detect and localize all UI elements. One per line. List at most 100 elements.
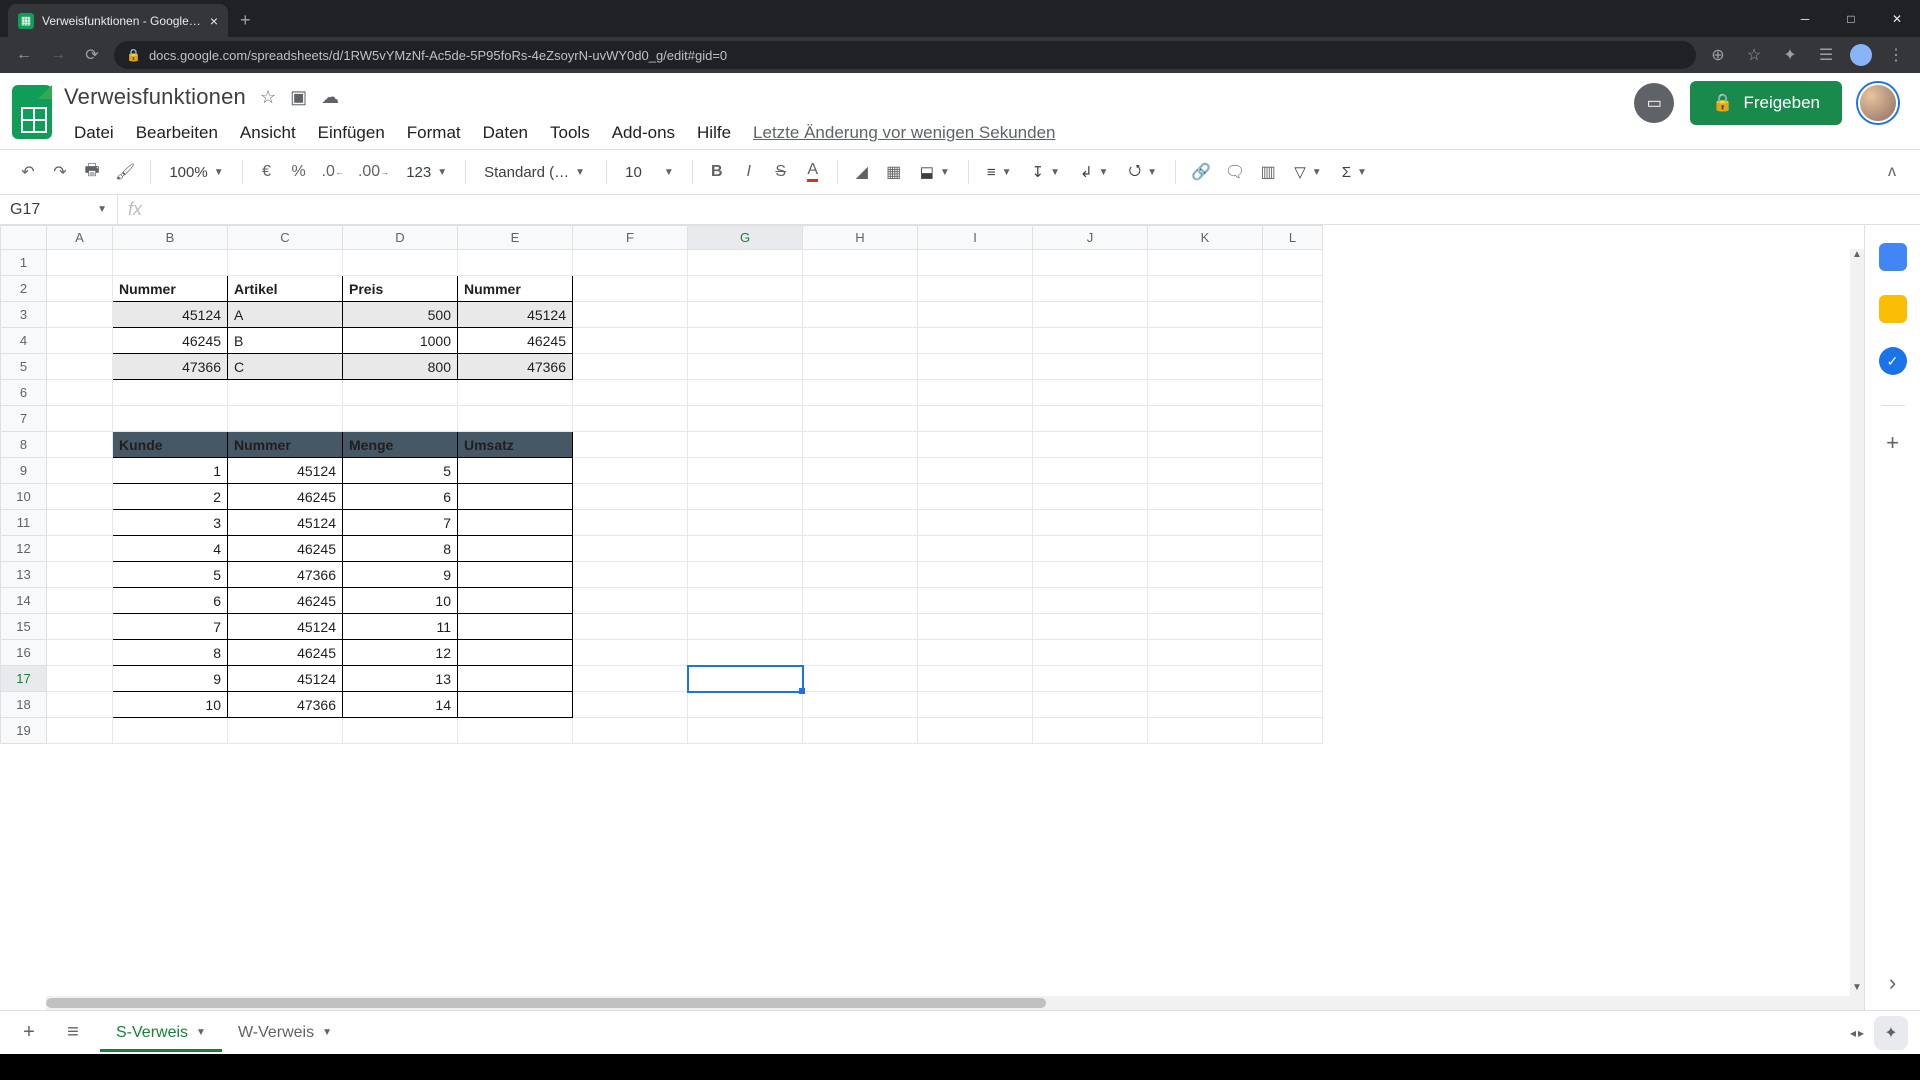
cell[interactable] bbox=[803, 406, 918, 432]
cell[interactable] bbox=[918, 432, 1033, 458]
cell[interactable] bbox=[918, 484, 1033, 510]
cell[interactable]: 2 bbox=[113, 484, 228, 510]
tab-close-icon[interactable]: × bbox=[210, 13, 218, 29]
cell[interactable] bbox=[918, 354, 1033, 380]
cell[interactable] bbox=[1033, 406, 1148, 432]
cell[interactable] bbox=[47, 484, 113, 510]
column-header[interactable]: A bbox=[47, 226, 113, 250]
cell[interactable]: 7 bbox=[113, 614, 228, 640]
row-header[interactable]: 4 bbox=[1, 328, 47, 354]
cell[interactable]: C bbox=[228, 354, 343, 380]
tasks-icon[interactable]: ✓ bbox=[1879, 347, 1907, 375]
cell[interactable] bbox=[803, 458, 918, 484]
cell[interactable] bbox=[458, 692, 573, 718]
cell[interactable]: 45124 bbox=[113, 302, 228, 328]
cell[interactable] bbox=[1263, 718, 1323, 744]
cell[interactable] bbox=[47, 276, 113, 302]
column-header[interactable]: I bbox=[918, 226, 1033, 250]
italic-icon[interactable]: I bbox=[735, 157, 763, 187]
cell[interactable] bbox=[1033, 718, 1148, 744]
cell[interactable] bbox=[918, 302, 1033, 328]
cell[interactable] bbox=[1033, 484, 1148, 510]
column-header[interactable]: K bbox=[1148, 226, 1263, 250]
cell[interactable] bbox=[1263, 614, 1323, 640]
number-format-select[interactable]: 123▼ bbox=[398, 157, 455, 187]
cell[interactable] bbox=[803, 432, 918, 458]
cell[interactable] bbox=[803, 562, 918, 588]
cell[interactable] bbox=[113, 380, 228, 406]
cell[interactable]: 46245 bbox=[228, 588, 343, 614]
window-maximize-icon[interactable]: □ bbox=[1828, 4, 1874, 34]
cell[interactable] bbox=[458, 484, 573, 510]
cell[interactable] bbox=[688, 536, 803, 562]
cell[interactable] bbox=[688, 354, 803, 380]
column-header[interactable]: D bbox=[343, 226, 458, 250]
menu-tools[interactable]: Tools bbox=[540, 117, 600, 149]
cell[interactable] bbox=[47, 250, 113, 276]
cell[interactable]: 6 bbox=[343, 484, 458, 510]
cell[interactable] bbox=[573, 666, 688, 692]
cell[interactable]: 8 bbox=[343, 536, 458, 562]
vertical-scrollbar[interactable]: ▲ ▼ bbox=[1850, 249, 1864, 996]
cell[interactable] bbox=[688, 692, 803, 718]
cell[interactable] bbox=[228, 250, 343, 276]
cell[interactable] bbox=[1148, 510, 1263, 536]
insert-comment-icon[interactable]: 🗨 bbox=[1220, 157, 1250, 187]
cell[interactable] bbox=[47, 640, 113, 666]
cell[interactable] bbox=[1263, 510, 1323, 536]
omnibox[interactable]: 🔒 docs.google.com/spreadsheets/d/1RW5vYM… bbox=[114, 41, 1696, 69]
cell[interactable] bbox=[458, 614, 573, 640]
cell[interactable] bbox=[1148, 484, 1263, 510]
cell[interactable] bbox=[1033, 302, 1148, 328]
cell[interactable]: A bbox=[228, 302, 343, 328]
cell[interactable] bbox=[343, 406, 458, 432]
font-size-select[interactable]: 10▼ bbox=[617, 157, 682, 187]
cell[interactable] bbox=[47, 588, 113, 614]
cell[interactable] bbox=[343, 380, 458, 406]
sheet-tab-menu-icon[interactable]: ▼ bbox=[322, 1027, 332, 1038]
sheet-area[interactable]: ABCDEFGHIJKL12NummerArtikelPreisNummer34… bbox=[0, 225, 1864, 1010]
row-header[interactable]: 13 bbox=[1, 562, 47, 588]
cell[interactable] bbox=[803, 328, 918, 354]
column-header[interactable]: J bbox=[1033, 226, 1148, 250]
comments-button[interactable]: ▭ bbox=[1634, 83, 1674, 123]
row-header[interactable]: 18 bbox=[1, 692, 47, 718]
cell[interactable]: Menge bbox=[343, 432, 458, 458]
insert-chart-icon[interactable]: ▥ bbox=[1254, 157, 1282, 187]
cell[interactable]: 5 bbox=[113, 562, 228, 588]
cell[interactable] bbox=[1033, 536, 1148, 562]
cell[interactable]: 1 bbox=[113, 458, 228, 484]
cell[interactable]: 8 bbox=[113, 640, 228, 666]
cell[interactable]: 7 bbox=[343, 510, 458, 536]
cell[interactable] bbox=[803, 640, 918, 666]
cell[interactable] bbox=[1263, 640, 1323, 666]
cell[interactable]: Nummer bbox=[113, 276, 228, 302]
calendar-icon[interactable] bbox=[1879, 243, 1907, 271]
merge-cells-select[interactable]: ⬓▼ bbox=[912, 157, 958, 187]
cell[interactable] bbox=[1263, 692, 1323, 718]
cell[interactable] bbox=[688, 666, 803, 692]
menu-einfuegen[interactable]: Einfügen bbox=[308, 117, 395, 149]
text-rotate-select[interactable]: ⭯▼ bbox=[1120, 157, 1165, 187]
functions-select[interactable]: Σ▼ bbox=[1334, 157, 1375, 187]
row-header[interactable]: 12 bbox=[1, 536, 47, 562]
cell[interactable] bbox=[47, 432, 113, 458]
cell[interactable] bbox=[1148, 380, 1263, 406]
cell[interactable] bbox=[918, 406, 1033, 432]
vertical-align-select[interactable]: ↧▼ bbox=[1023, 157, 1067, 187]
font-family-select[interactable]: Standard (…▼ bbox=[476, 157, 596, 187]
column-header[interactable]: G bbox=[688, 226, 803, 250]
cell[interactable] bbox=[458, 250, 573, 276]
cell[interactable]: 11 bbox=[343, 614, 458, 640]
cell[interactable] bbox=[1148, 692, 1263, 718]
cell[interactable] bbox=[1033, 640, 1148, 666]
cell[interactable]: 47366 bbox=[228, 562, 343, 588]
cell[interactable] bbox=[918, 692, 1033, 718]
row-header[interactable]: 17 bbox=[1, 666, 47, 692]
move-to-folder-icon[interactable]: ▣ bbox=[290, 87, 307, 108]
cell[interactable]: Nummer bbox=[228, 432, 343, 458]
cell[interactable] bbox=[1148, 588, 1263, 614]
cell[interactable] bbox=[688, 562, 803, 588]
decrease-decimal-button[interactable]: .0← bbox=[317, 157, 349, 187]
cell[interactable] bbox=[47, 614, 113, 640]
